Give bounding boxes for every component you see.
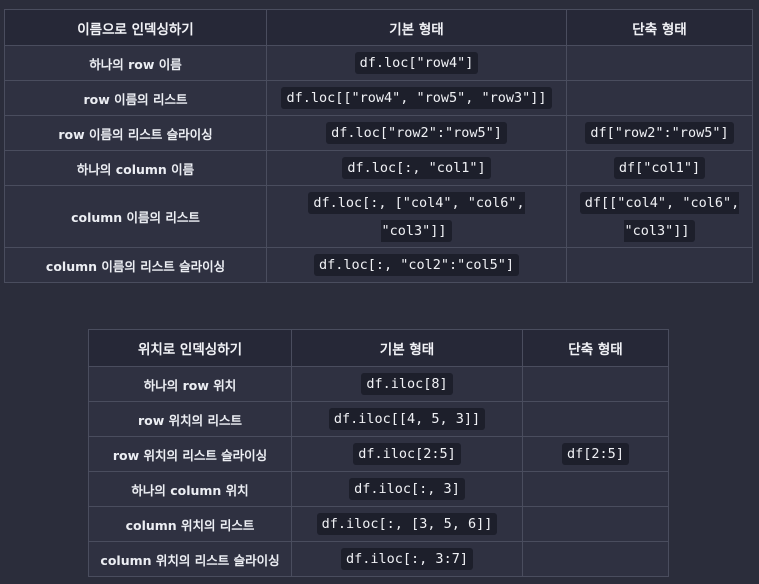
short-code: df[["col4", "col6", "col3"]]	[579, 191, 740, 242]
basic-code: df.loc["row4"]	[354, 52, 479, 74]
name-indexing-table: 이름으로 인덱싱하기 기본 형태 단축 형태 하나의 row 이름 df.loc…	[4, 9, 753, 283]
table-row: column 이름의 리스트 슬라이싱 df.loc[:, "col2":"co…	[4, 247, 753, 283]
row-label: column 이름의 리스트	[4, 185, 267, 248]
basic-cell: df.loc[:, "col2":"col5"]	[266, 247, 567, 283]
basic-cell: df.iloc[:, [3, 5, 6]]	[291, 506, 523, 542]
basic-code: df.iloc[:, 3:7]	[341, 548, 473, 570]
basic-code: df.loc[:, ["col4", "col6", "col3"]]	[308, 191, 525, 242]
row-label: column 이름의 리스트 슬라이싱	[4, 247, 267, 283]
short-cell: df[["col4", "col6", "col3"]]	[566, 185, 753, 248]
basic-code: df.loc[:, "col1"]	[342, 157, 491, 179]
header-position-indexing: 위치로 인덱싱하기	[88, 329, 292, 367]
header-name-indexing: 이름으로 인덱싱하기	[4, 9, 267, 46]
short-cell: df[2:5]	[522, 436, 669, 472]
basic-cell: df.loc[["row4", "row5", "row3"]]	[266, 80, 567, 116]
basic-code: df.iloc[:, [3, 5, 6]]	[316, 513, 498, 535]
short-cell	[566, 80, 753, 116]
row-label: row 위치의 리스트 슬라이싱	[88, 436, 292, 472]
table-row: 하나의 row 이름 df.loc["row4"]	[4, 45, 753, 81]
basic-code: df.loc[:, "col2":"col5"]	[313, 254, 520, 276]
table-row: row 위치의 리스트 슬라이싱 df.iloc[2:5] df[2:5]	[88, 436, 669, 472]
basic-cell: df.loc["row4"]	[266, 45, 567, 81]
basic-cell: df.iloc[8]	[291, 366, 523, 402]
position-indexing-table: 위치로 인덱싱하기 기본 형태 단축 형태 하나의 row 위치 df.iloc…	[88, 329, 669, 577]
table-row: row 이름의 리스트 df.loc[["row4", "row5", "row…	[4, 80, 753, 116]
row-label: column 위치의 리스트	[88, 506, 292, 542]
basic-code: df.iloc[2:5]	[353, 443, 461, 465]
row-label: column 위치의 리스트 슬라이싱	[88, 541, 292, 577]
basic-code: df.loc["row2":"row5"]	[326, 122, 507, 144]
short-cell	[522, 471, 669, 507]
short-code: df["row2":"row5"]	[585, 122, 734, 144]
basic-code: df.loc[["row4", "row5", "row3"]]	[281, 87, 552, 109]
header-short-form: 단축 형태	[566, 9, 753, 46]
basic-code: df.iloc[[4, 5, 3]]	[328, 408, 486, 430]
table-row: row 이름의 리스트 슬라이싱 df.loc["row2":"row5"] d…	[4, 115, 753, 151]
short-code: df["col1"]	[613, 157, 706, 179]
table-row: 하나의 row 위치 df.iloc[8]	[88, 366, 669, 402]
header-short-form: 단축 형태	[522, 329, 669, 367]
row-label: 하나의 row 위치	[88, 366, 292, 402]
row-label: row 위치의 리스트	[88, 401, 292, 437]
short-cell	[522, 541, 669, 577]
basic-cell: df.iloc[2:5]	[291, 436, 523, 472]
row-label: 하나의 column 위치	[88, 471, 292, 507]
short-cell	[566, 247, 753, 283]
row-label: row 이름의 리스트 슬라이싱	[4, 115, 267, 151]
header-basic-form: 기본 형태	[266, 9, 567, 46]
basic-cell: df.loc[:, ["col4", "col6", "col3"]]	[266, 185, 567, 248]
short-code: df[2:5]	[562, 443, 629, 465]
basic-code: df.iloc[8]	[361, 373, 453, 395]
table-row: column 위치의 리스트 슬라이싱 df.iloc[:, 3:7]	[88, 541, 669, 577]
row-label: 하나의 column 이름	[4, 150, 267, 186]
header-basic-form: 기본 형태	[291, 329, 523, 367]
short-cell	[566, 45, 753, 81]
table-row: 하나의 column 위치 df.iloc[:, 3]	[88, 471, 669, 507]
table-row: column 이름의 리스트 df.loc[:, ["col4", "col6"…	[4, 185, 753, 248]
table-header-row: 이름으로 인덱싱하기 기본 형태 단축 형태	[4, 9, 753, 46]
short-cell: df["row2":"row5"]	[566, 115, 753, 151]
table-row: column 위치의 리스트 df.iloc[:, [3, 5, 6]]	[88, 506, 669, 542]
row-label: row 이름의 리스트	[4, 80, 267, 116]
short-cell	[522, 506, 669, 542]
basic-cell: df.iloc[:, 3]	[291, 471, 523, 507]
short-cell	[522, 401, 669, 437]
basic-cell: df.loc[:, "col1"]	[266, 150, 567, 186]
basic-code: df.iloc[:, 3]	[349, 478, 465, 500]
basic-cell: df.iloc[:, 3:7]	[291, 541, 523, 577]
basic-cell: df.iloc[[4, 5, 3]]	[291, 401, 523, 437]
table-header-row: 위치로 인덱싱하기 기본 형태 단축 형태	[88, 329, 669, 367]
row-label: 하나의 row 이름	[4, 45, 267, 81]
short-cell	[522, 366, 669, 402]
short-cell: df["col1"]	[566, 150, 753, 186]
table-row: row 위치의 리스트 df.iloc[[4, 5, 3]]	[88, 401, 669, 437]
basic-cell: df.loc["row2":"row5"]	[266, 115, 567, 151]
table-row: 하나의 column 이름 df.loc[:, "col1"] df["col1…	[4, 150, 753, 186]
